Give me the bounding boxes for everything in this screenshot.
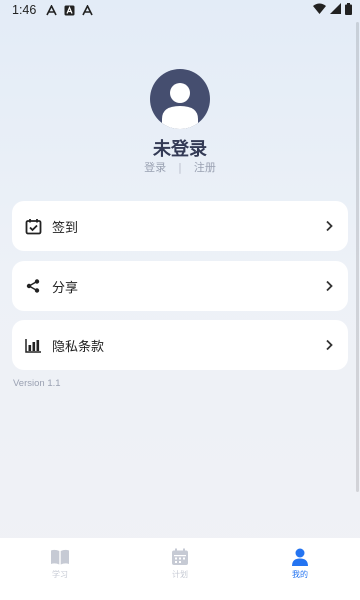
chevron-right-icon [322, 338, 336, 352]
chevron-right-icon [322, 279, 336, 293]
login-link[interactable]: 登录 [144, 159, 166, 175]
menu-item-share[interactable]: 分享 [12, 261, 348, 311]
book-icon [49, 546, 71, 568]
avatar[interactable] [150, 69, 210, 129]
menu-item-privacy[interactable]: 隐私条款 [12, 320, 348, 370]
user-name: 未登录 [153, 139, 207, 160]
menu-item-checkin[interactable]: 签到 [12, 201, 348, 251]
status-time: 1:46 [12, 3, 37, 17]
status-right [313, 2, 352, 18]
version-label: Version 1.1 [13, 378, 61, 389]
system-nav-bar [0, 588, 360, 600]
calendar-icon [169, 546, 191, 568]
menu-label: 分享 [52, 280, 79, 296]
auth-row: 登录 | 注册 [0, 159, 360, 175]
a-font-icon [82, 4, 94, 16]
tab-label: 计划 [172, 570, 188, 579]
tab-study[interactable]: 学习 [0, 538, 120, 588]
menu-label: 签到 [52, 220, 79, 236]
a-font-icon [46, 4, 58, 16]
tab-plan[interactable]: 计划 [120, 538, 240, 588]
wifi-icon [313, 3, 326, 17]
tab-label: 学习 [52, 570, 68, 579]
register-link[interactable]: 注册 [194, 159, 216, 175]
scrollbar [356, 22, 359, 492]
calendar-check-icon [24, 217, 42, 235]
person-icon [289, 546, 311, 568]
share-icon [24, 277, 42, 295]
bottom-tab-bar: 学习 计划 我的 [0, 538, 360, 588]
tab-label: 我的 [292, 570, 308, 579]
bar-chart-icon [24, 336, 42, 354]
tab-mine[interactable]: 我的 [240, 538, 360, 588]
menu-label: 隐私条款 [52, 339, 105, 355]
a-box-icon [64, 5, 75, 16]
person-avatar-icon [162, 83, 198, 129]
status-bar: 1:46 [0, 0, 360, 20]
battery-icon [345, 2, 352, 18]
signal-icon [330, 3, 341, 17]
chevron-right-icon [322, 219, 336, 233]
auth-divider: | [178, 160, 182, 174]
